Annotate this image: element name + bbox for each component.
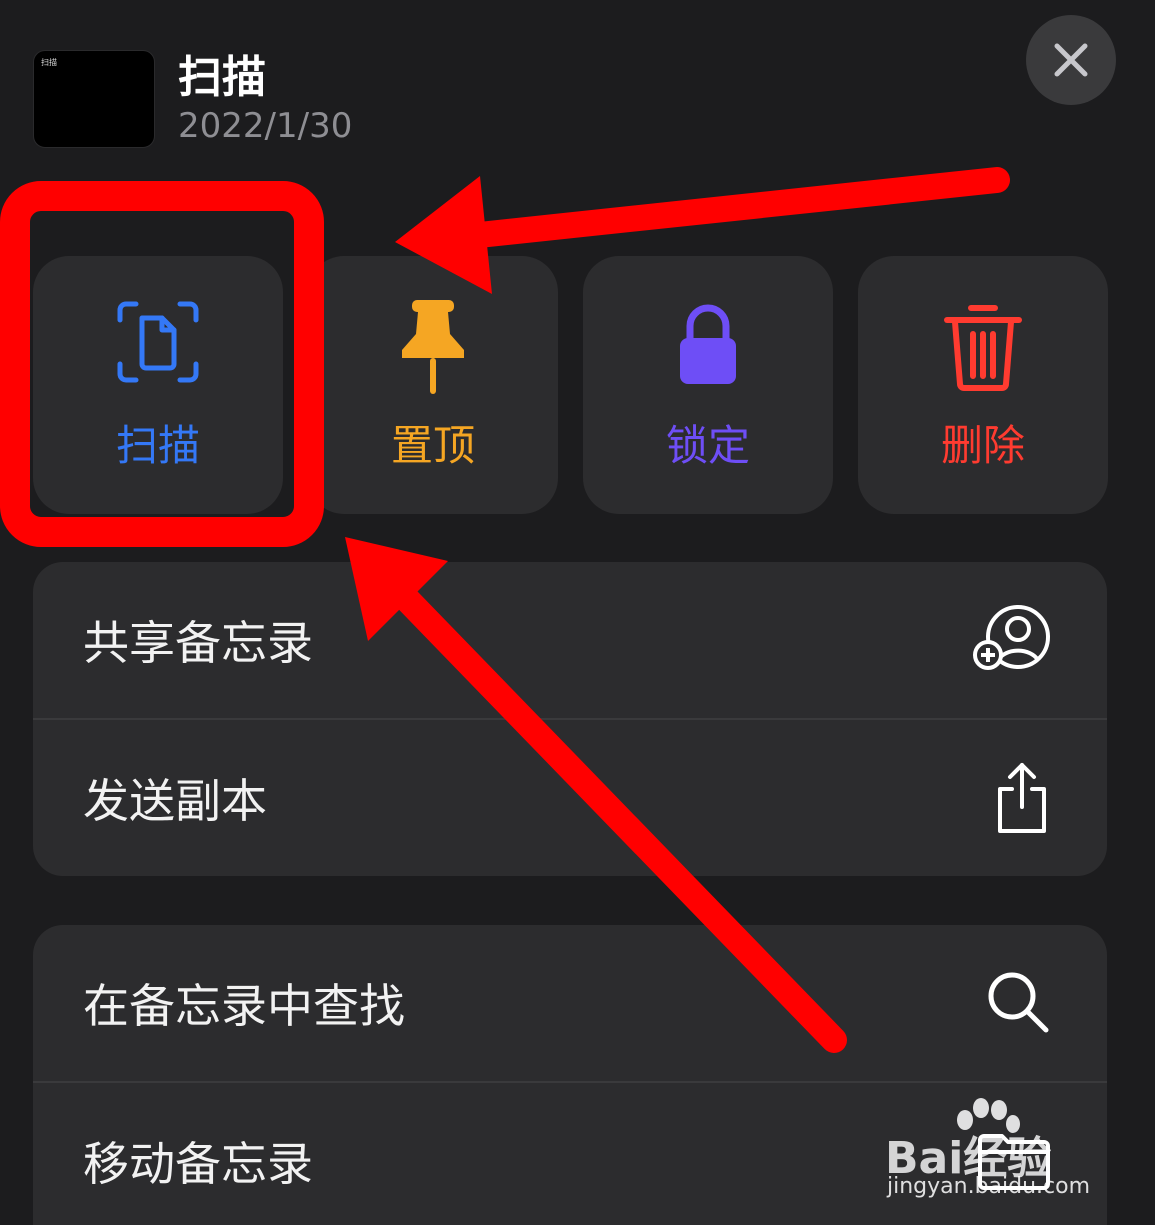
- move-note-label: 移动备忘录: [83, 1137, 313, 1191]
- find-in-note-row[interactable]: 在备忘录中查找: [33, 925, 1107, 1081]
- thumbnail-text: 扫描: [41, 58, 57, 67]
- close-button[interactable]: [1026, 15, 1116, 105]
- share-person-add-icon: [972, 605, 1052, 675]
- delete-button[interactable]: 删除: [858, 256, 1108, 514]
- pin-label: 置顶: [390, 421, 475, 470]
- send-copy-label: 发送副本: [83, 774, 267, 828]
- note-thumbnail: 扫描: [33, 50, 155, 148]
- pin-button[interactable]: 置顶: [308, 256, 558, 514]
- pin-icon: [402, 300, 464, 394]
- lock-button[interactable]: 锁定: [583, 256, 833, 514]
- search-icon: [986, 970, 1052, 1036]
- share-note-row[interactable]: 共享备忘录: [33, 562, 1107, 718]
- send-copy-row[interactable]: 发送副本: [33, 718, 1107, 876]
- scan-label: 扫描: [115, 421, 200, 470]
- watermark-url: jingyan.baidu.com: [887, 1174, 1091, 1199]
- scan-document-icon: [117, 301, 199, 383]
- scan-button[interactable]: 扫描: [33, 256, 283, 514]
- share-menu-group: 共享备忘录 发送副本: [33, 562, 1107, 876]
- lock-icon: [680, 304, 736, 384]
- share-upload-icon: [992, 761, 1052, 835]
- lock-label: 锁定: [665, 421, 750, 470]
- share-note-label: 共享备忘录: [83, 616, 313, 670]
- delete-label: 删除: [940, 421, 1025, 470]
- close-icon: [1054, 43, 1088, 77]
- find-in-note-label: 在备忘录中查找: [83, 979, 405, 1033]
- note-title: 扫描: [178, 52, 266, 103]
- trash-icon: [944, 305, 1022, 391]
- note-date: 2022/1/30: [178, 106, 353, 146]
- baidu-jingyan-watermark: Bai经验 jingyan.baidu.com: [885, 1098, 1125, 1208]
